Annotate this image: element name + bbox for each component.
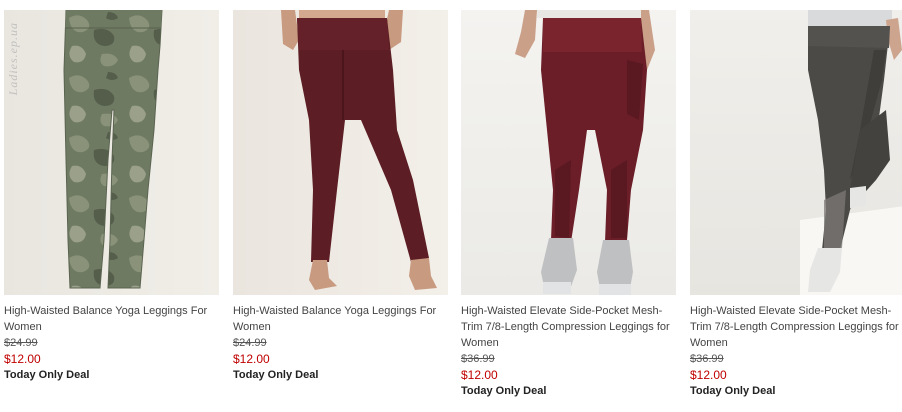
sale-price: $12.00: [233, 352, 270, 366]
original-price: $36.99: [690, 353, 724, 365]
burgundy-mesh-leggings-image: [515, 10, 655, 295]
sale-price: $12.00: [461, 368, 498, 382]
sale-price: $12.00: [4, 352, 41, 366]
product-image[interactable]: [233, 10, 448, 295]
deal-label: Today Only Deal: [461, 385, 547, 397]
original-price: $36.99: [461, 353, 495, 365]
original-price: $24.99: [4, 337, 38, 349]
original-price: $24.99: [233, 337, 267, 349]
product-image[interactable]: Ladies.ep.ua: [4, 10, 219, 295]
product-image[interactable]: [461, 10, 676, 295]
watermark-text: Ladies.ep.ua: [6, 22, 20, 96]
product-image[interactable]: [690, 10, 902, 295]
product-card[interactable]: Ladies.ep.ua High-Waisted Balance Yoga L…: [4, 10, 219, 384]
charcoal-mesh-leggings-image: [800, 10, 902, 295]
camo-leggings-image: [63, 10, 163, 289]
product-title[interactable]: High-Waisted Elevate Side-Pocket Mesh-Tr…: [461, 303, 676, 351]
product-card[interactable]: High-Waisted Elevate Side-Pocket Mesh-Tr…: [461, 10, 676, 400]
product-title[interactable]: High-Waisted Elevate Side-Pocket Mesh-Tr…: [690, 303, 902, 351]
sale-price: $12.00: [690, 368, 727, 382]
deal-label: Today Only Deal: [690, 385, 776, 397]
product-title[interactable]: High-Waisted Balance Yoga Leggings For W…: [4, 303, 219, 335]
product-card[interactable]: High-Waisted Balance Yoga Leggings For W…: [233, 10, 448, 384]
product-title[interactable]: High-Waisted Balance Yoga Leggings For W…: [233, 303, 448, 335]
burgundy-leggings-image: [281, 10, 437, 290]
product-card[interactable]: High-Waisted Elevate Side-Pocket Mesh-Tr…: [690, 10, 902, 400]
deal-label: Today Only Deal: [4, 369, 90, 381]
deal-label: Today Only Deal: [233, 369, 319, 381]
